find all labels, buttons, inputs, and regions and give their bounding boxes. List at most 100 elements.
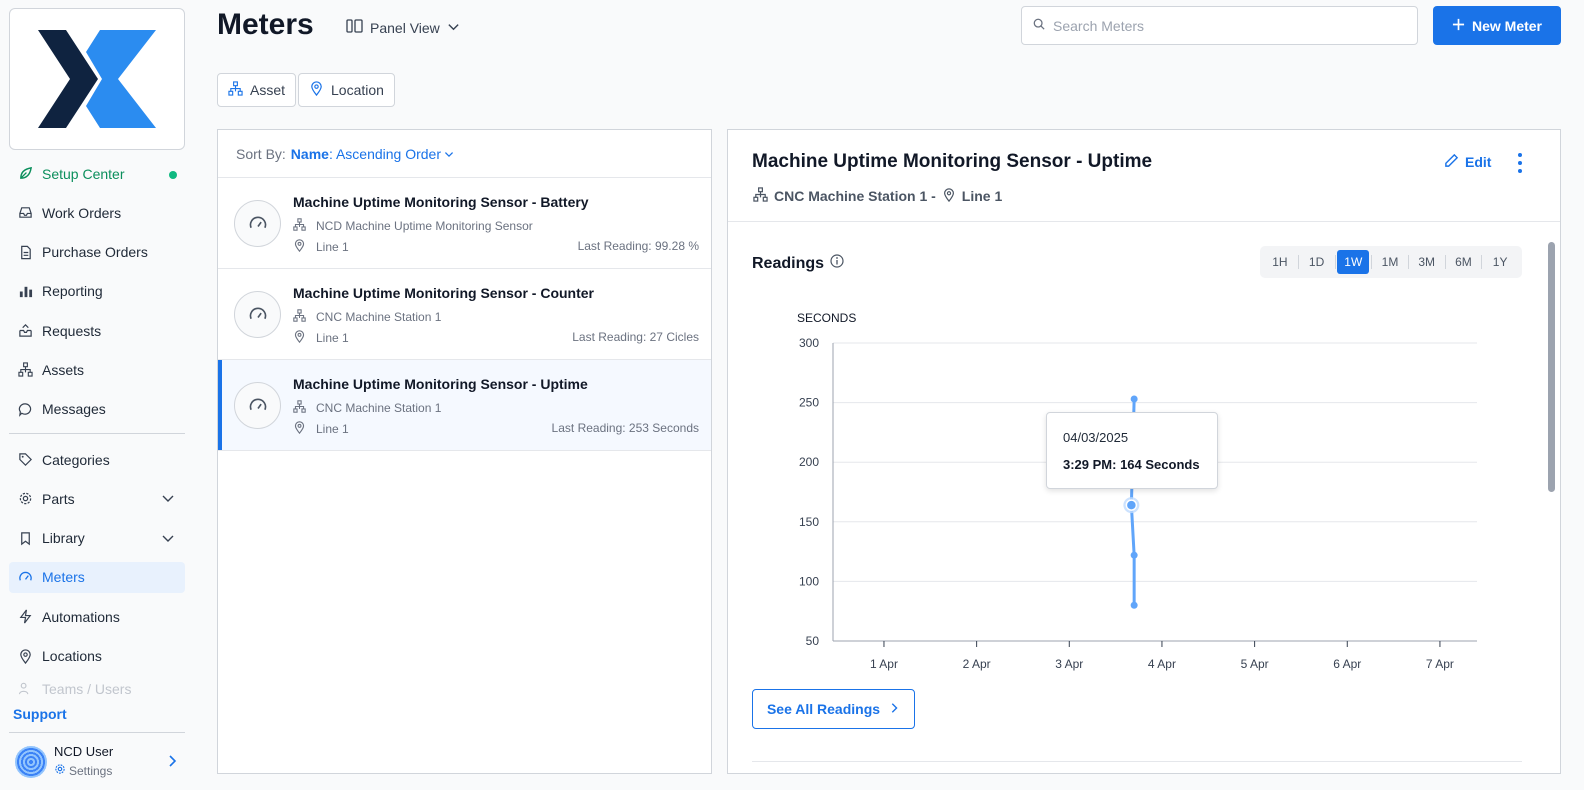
sidebar-item-work-orders[interactable]: Work Orders — [9, 197, 185, 228]
gauge-icon — [18, 570, 33, 585]
range-1m[interactable]: 1M — [1374, 250, 1406, 274]
chevron-down-icon[interactable] — [161, 491, 175, 508]
y-tick-label: 50 — [806, 634, 820, 648]
gear-icon — [18, 491, 33, 506]
location-link[interactable]: Line 1 — [962, 188, 1002, 204]
meter-list-panel: Sort By: Name : Ascending Order Machine … — [217, 129, 712, 774]
sidebar-item-label: Categories — [42, 451, 110, 468]
sidebar-item-categories[interactable]: Categories — [9, 444, 185, 475]
sidebar-item-teams-users[interactable]: Teams / Users — [9, 680, 185, 698]
sidebar-item-parts[interactable]: Parts — [9, 483, 185, 514]
view-toggle[interactable]: Panel View — [346, 19, 460, 36]
y-tick-label: 150 — [799, 515, 819, 529]
y-tick-label: 100 — [799, 574, 819, 588]
user-menu[interactable]: NCD User Settings — [13, 742, 185, 782]
tooltip-value: 3:29 PM: 164 Seconds — [1063, 457, 1200, 472]
time-range-selector: 1H 1D 1W 1M 3M 6M 1Y — [1260, 246, 1522, 278]
user-settings-link[interactable]: Settings — [54, 763, 112, 778]
list-item[interactable]: Machine Uptime Monitoring Sensor - Count… — [218, 269, 711, 360]
edit-button[interactable]: Edit — [1444, 153, 1491, 171]
gear-icon — [54, 763, 66, 778]
range-1h[interactable]: 1H — [1264, 250, 1296, 274]
y-tick-label: 200 — [799, 455, 819, 469]
sidebar-item-requests[interactable]: Requests — [9, 315, 185, 346]
asset-link[interactable]: CNC Machine Station 1 - — [774, 188, 936, 204]
y-tick-label: 250 — [799, 396, 819, 410]
chevron-down-icon[interactable] — [161, 531, 175, 548]
more-options-icon[interactable] — [1516, 152, 1524, 179]
meter-location-label: Line 1 — [316, 331, 349, 345]
divider — [9, 732, 185, 733]
sidebar-item-meters[interactable]: Meters — [9, 561, 185, 593]
range-6m[interactable]: 6M — [1448, 250, 1480, 274]
sidebar-item-messages[interactable]: Messages — [9, 394, 185, 425]
meter-location: Line 1 — [293, 330, 349, 346]
new-meter-button[interactable]: New Meter — [1433, 6, 1561, 45]
map-pin-icon — [942, 187, 956, 205]
sidebar-nav: Setup Center Work Orders Purchase Orders… — [9, 158, 185, 706]
support-link[interactable]: Support — [13, 706, 67, 722]
meter-detail-title: Machine Uptime Monitoring Sensor - Uptim… — [752, 151, 1153, 172]
sidebar-item-assets[interactable]: Assets — [9, 354, 185, 385]
range-3m[interactable]: 3M — [1411, 250, 1443, 274]
sidebar-item-label: Work Orders — [42, 204, 122, 221]
search-icon — [1033, 17, 1045, 35]
settings-label: Settings — [69, 763, 113, 778]
meter-detail-breadcrumb: CNC Machine Station 1 - Line 1 — [753, 187, 1002, 205]
readings-heading: Readings — [752, 254, 844, 273]
sort-order: : Ascending Order — [328, 145, 441, 162]
view-toggle-label: Panel View — [370, 19, 440, 36]
sidebar-item-automations[interactable]: Automations — [9, 601, 185, 632]
map-pin-icon — [293, 239, 306, 255]
search-input[interactable] — [1053, 17, 1383, 34]
readings-title: Readings — [752, 254, 825, 272]
sort-control[interactable]: Sort By: Name : Ascending Order — [218, 130, 711, 178]
gauge-icon — [234, 382, 281, 429]
x-tick-label: 5 Apr — [1241, 657, 1269, 671]
meter-location-label: Line 1 — [316, 240, 349, 254]
divider — [752, 761, 1522, 762]
range-1d[interactable]: 1D — [1301, 250, 1333, 274]
see-all-readings-button[interactable]: See All Readings — [752, 689, 915, 729]
sidebar: Setup Center Work Orders Purchase Orders… — [0, 0, 200, 790]
info-icon[interactable] — [830, 254, 844, 273]
list-item-selected[interactable]: Machine Uptime Monitoring Sensor - Uptim… — [218, 360, 711, 451]
y-tick-label: 300 — [799, 336, 819, 350]
avatar — [15, 746, 47, 778]
page-title: Meters — [217, 8, 314, 41]
nav-divider — [9, 433, 185, 435]
meter-title: Machine Uptime Monitoring Sensor - Uptim… — [293, 376, 588, 392]
meter-asset-label: NCD Machine Uptime Monitoring Sensor — [316, 219, 533, 233]
sidebar-item-purchase-orders[interactable]: Purchase Orders — [9, 237, 185, 268]
hierarchy-icon — [228, 81, 243, 99]
sidebar-item-reporting[interactable]: Reporting — [9, 276, 185, 307]
chevron-right-icon[interactable] — [165, 754, 179, 773]
company-logo[interactable] — [9, 8, 185, 150]
sidebar-item-label: Teams / Users — [42, 680, 132, 697]
search-box[interactable] — [1021, 6, 1418, 45]
location-filter-button[interactable]: Location — [298, 73, 395, 107]
sidebar-item-library[interactable]: Library — [9, 523, 185, 554]
meter-asset: CNC Machine Station 1 — [293, 400, 441, 416]
sidebar-item-setup-center[interactable]: Setup Center — [9, 158, 185, 189]
scrollbar[interactable] — [1548, 242, 1555, 492]
location-filter-label: Location — [331, 82, 384, 98]
map-pin-icon — [293, 330, 306, 346]
inbox-icon — [18, 205, 33, 220]
sidebar-item-locations[interactable]: Locations — [9, 641, 185, 672]
meter-asset: NCD Machine Uptime Monitoring Sensor — [293, 218, 533, 234]
readings-chart[interactable]: SECONDS 50 100 150 200 250 300 1 Apr 2 Apr 3 Apr 4… — [752, 300, 1522, 680]
asset-filter-label: Asset — [250, 82, 286, 98]
list-item[interactable]: Machine Uptime Monitoring Sensor - Batte… — [218, 178, 711, 269]
see-all-label: See All Readings — [766, 701, 881, 717]
sidebar-item-label: Requests — [42, 322, 102, 339]
map-pin-icon — [309, 81, 324, 99]
status-dot — [169, 171, 177, 179]
range-1w[interactable]: 1W — [1337, 250, 1370, 274]
asset-filter-button[interactable]: Asset — [217, 73, 297, 107]
users-icon — [18, 681, 33, 696]
meter-asset-label: CNC Machine Station 1 — [316, 401, 442, 415]
meter-title: Machine Uptime Monitoring Sensor - Count… — [293, 285, 595, 301]
range-1y[interactable]: 1Y — [1484, 250, 1516, 274]
pencil-icon — [1444, 153, 1459, 171]
